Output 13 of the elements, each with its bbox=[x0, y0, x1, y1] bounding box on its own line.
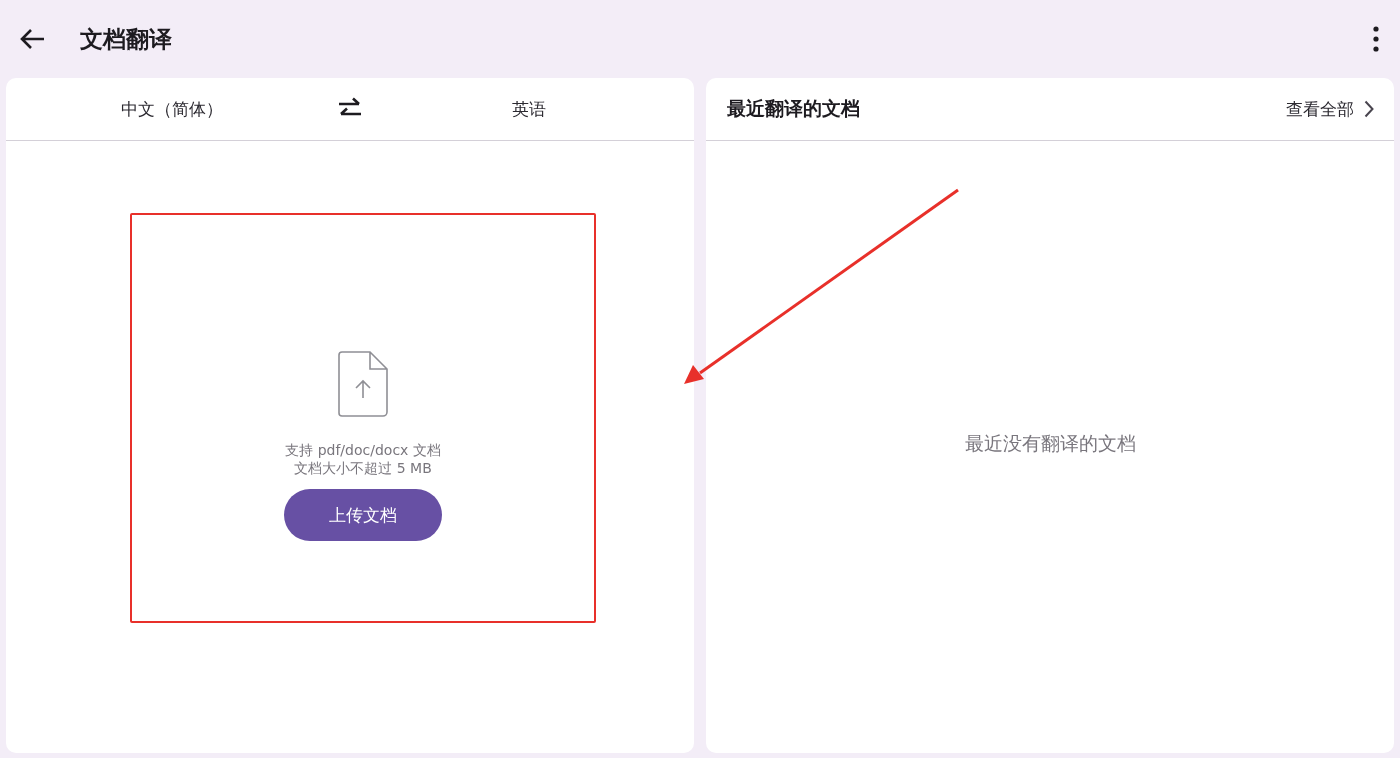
file-upload-icon bbox=[338, 351, 388, 417]
back-arrow-icon[interactable] bbox=[18, 27, 46, 51]
upload-document-button[interactable]: 上传文档 bbox=[284, 489, 442, 541]
empty-state-message: 最近没有翻译的文档 bbox=[964, 431, 1136, 456]
hint-text: 支持 pdf/doc/docx 文档 bbox=[285, 441, 441, 459]
target-language-selector[interactable]: 英语 bbox=[363, 97, 694, 121]
hint-text: 文档大小不超过 5 MB bbox=[294, 459, 432, 477]
more-options-icon[interactable] bbox=[1372, 26, 1380, 52]
view-all-link[interactable]: 查看全部 bbox=[1286, 97, 1374, 121]
source-language-selector[interactable]: 中文（简体） bbox=[6, 97, 337, 121]
section-title: 最近翻译的文档 bbox=[727, 96, 860, 121]
page-title: 文档翻译 bbox=[80, 24, 173, 54]
chevron-right-icon bbox=[1364, 100, 1374, 118]
